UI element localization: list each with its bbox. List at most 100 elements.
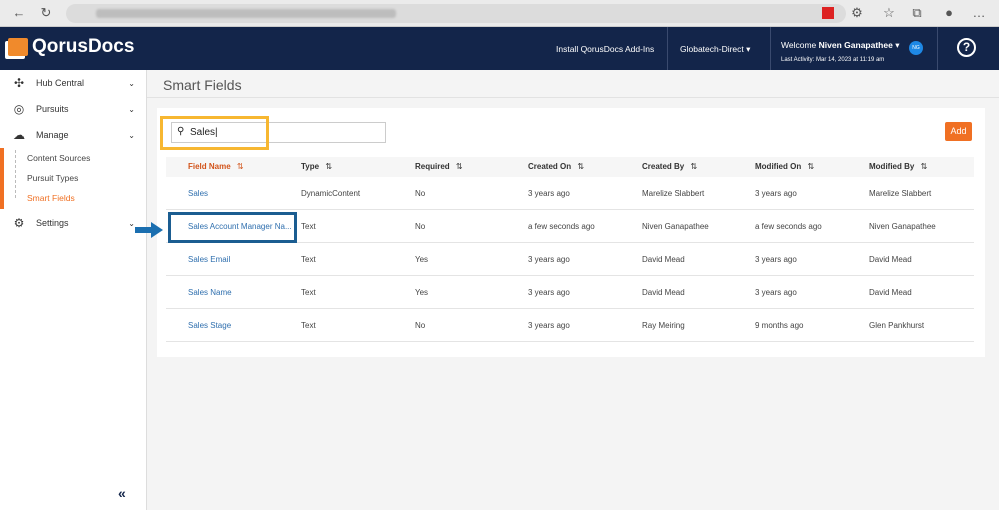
sort-icon[interactable]: ⇅: [690, 162, 697, 171]
logo[interactable]: QorusDocs: [8, 36, 134, 58]
table-row[interactable]: Sales Email Text Yes 3 years ago David Mead 3…: [166, 243, 974, 276]
nav-label: Manage: [36, 130, 69, 140]
table-cell: Text: [301, 321, 316, 330]
table-cell: David Mead: [642, 255, 685, 264]
sidebar-item-manage[interactable]: ☁ Manage ⌄: [0, 122, 147, 148]
sidebar: ✣ Hub Central ⌄ ◎ Pursuits ⌄ ☁ Manage ⌄ Conten…: [0, 70, 147, 510]
sort-icon[interactable]: ⇅: [456, 162, 463, 171]
table-cell: 3 years ago: [528, 255, 570, 264]
app-header: QorusDocs Install QorusDocs Add-Ins Glob…: [0, 27, 999, 70]
table-cell: Yes: [415, 288, 429, 297]
profile-icon[interactable]: ●: [940, 5, 958, 20]
table-cell: a few seconds ago: [528, 222, 595, 231]
field-name-link[interactable]: Sales Email: [188, 255, 230, 264]
column-header-label: Created On: [528, 162, 572, 171]
extension-icon[interactable]: [822, 7, 834, 19]
active-indicator: [0, 148, 4, 209]
column-header-label: Required: [415, 162, 450, 171]
column-header-label: Type: [301, 162, 320, 171]
table-row[interactable]: Sales Stage Text No 3 years ago Ray Meiring 9…: [166, 309, 974, 342]
table-cell: DynamicContent: [301, 189, 361, 198]
column-header-label: Field Name: [188, 162, 231, 171]
table-cell: 3 years ago: [755, 189, 797, 198]
column-header[interactable]: Created By ⇅: [642, 162, 697, 171]
sort-icon[interactable]: ⇅: [921, 162, 928, 171]
sidebar-sub-content-sources[interactable]: Content Sources: [27, 153, 90, 163]
divider: [770, 27, 771, 70]
help-icon[interactable]: ?: [957, 38, 976, 57]
table-cell: Ray Meiring: [642, 321, 685, 330]
column-header[interactable]: Field Name ⇅: [188, 162, 244, 171]
field-name-link[interactable]: Sales Stage: [188, 321, 231, 330]
collections-icon[interactable]: ⧉: [908, 5, 926, 21]
target-icon: ◎: [13, 102, 25, 116]
add-button[interactable]: Add: [945, 122, 972, 141]
table-cell: Yes: [415, 255, 429, 264]
chevron-down-icon: ⌄: [128, 78, 135, 88]
table-cell: David Mead: [869, 288, 912, 297]
avatar[interactable]: NG: [909, 41, 923, 55]
table-cell: David Mead: [869, 255, 912, 264]
back-icon[interactable]: ←: [10, 5, 28, 20]
caret-down-icon: ▾: [746, 44, 751, 54]
table-row[interactable]: Sales DynamicContent No 3 years ago Marelize…: [166, 177, 974, 210]
column-header[interactable]: Required ⇅: [415, 162, 463, 171]
tree-line: [15, 150, 16, 198]
field-name-link[interactable]: Sales: [188, 189, 208, 198]
column-header[interactable]: Type ⇅: [301, 162, 332, 171]
sort-icon[interactable]: ⇅: [237, 162, 244, 171]
address-bar[interactable]: [66, 4, 846, 23]
table-cell: Niven Ganapathee: [642, 222, 709, 231]
hub-icon: ✣: [13, 76, 25, 90]
nav-label: Settings: [36, 218, 69, 228]
table-row[interactable]: Sales Name Text Yes 3 years ago David Mead 3 …: [166, 276, 974, 309]
welcome-label: Welcome: [781, 40, 817, 50]
cloud-icon: ☁: [13, 128, 25, 142]
chevron-down-icon: ⌄: [128, 130, 135, 140]
sidebar-item-pursuits[interactable]: ◎ Pursuits ⌄: [0, 96, 147, 122]
last-activity: Last Activity: Mar 14, 2023 at 11:19 am: [781, 57, 885, 63]
nav-label: Pursuits: [36, 104, 69, 114]
extensions-icon[interactable]: ⚙: [848, 5, 866, 21]
refresh-icon[interactable]: ↻: [37, 5, 55, 21]
user-menu[interactable]: Welcome Niven Ganapathee ▾: [781, 40, 899, 51]
sidebar-sub-pursuit-types[interactable]: Pursuit Types: [27, 173, 78, 183]
table-cell: David Mead: [642, 288, 685, 297]
collapse-sidebar-icon[interactable]: «: [118, 485, 126, 501]
column-header[interactable]: Modified By ⇅: [869, 162, 927, 171]
logo-icon: [8, 38, 28, 56]
sidebar-sub-smart-fields[interactable]: Smart Fields: [27, 193, 75, 203]
tenant-dropdown[interactable]: Globatech-Direct ▾: [680, 44, 750, 55]
table-cell: Marelize Slabbert: [642, 189, 705, 198]
caret-down-icon: ▾: [895, 40, 900, 50]
table-cell: No: [415, 222, 426, 231]
sort-icon[interactable]: ⇅: [577, 162, 584, 171]
column-header-label: Modified On: [755, 162, 802, 171]
more-icon[interactable]: …: [970, 5, 988, 20]
divider: [937, 27, 938, 70]
column-header[interactable]: Modified On ⇅: [755, 162, 814, 171]
field-name-link[interactable]: Sales Name: [188, 288, 232, 297]
tenant-label: Globatech-Direct: [680, 44, 744, 54]
divider: [667, 27, 668, 70]
table-cell: 9 months ago: [755, 321, 804, 330]
table-cell: Text: [301, 222, 316, 231]
sort-icon[interactable]: ⇅: [325, 162, 332, 171]
user-name: Niven Ganapathee: [818, 40, 893, 50]
column-header[interactable]: Created On ⇅: [528, 162, 584, 171]
column-header-label: Created By: [642, 162, 685, 171]
table-cell: 3 years ago: [755, 288, 797, 297]
table-cell: 3 years ago: [528, 288, 570, 297]
install-addins-link[interactable]: Install QorusDocs Add-Ins: [556, 44, 654, 54]
favorites-icon[interactable]: ☆: [880, 5, 898, 21]
table-cell: Glen Pankhurst: [869, 321, 925, 330]
sidebar-item-settings[interactable]: ⚙ Settings ⌄: [0, 210, 147, 236]
gear-icon: ⚙: [13, 216, 25, 230]
divider: [147, 97, 999, 98]
table-cell: 3 years ago: [528, 321, 570, 330]
sidebar-item-hub-central[interactable]: ✣ Hub Central ⌄: [0, 70, 147, 96]
chevron-down-icon: ⌄: [128, 218, 135, 228]
sort-icon[interactable]: ⇅: [807, 162, 814, 171]
table-cell: Text: [301, 288, 316, 297]
column-header-label: Modified By: [869, 162, 915, 171]
